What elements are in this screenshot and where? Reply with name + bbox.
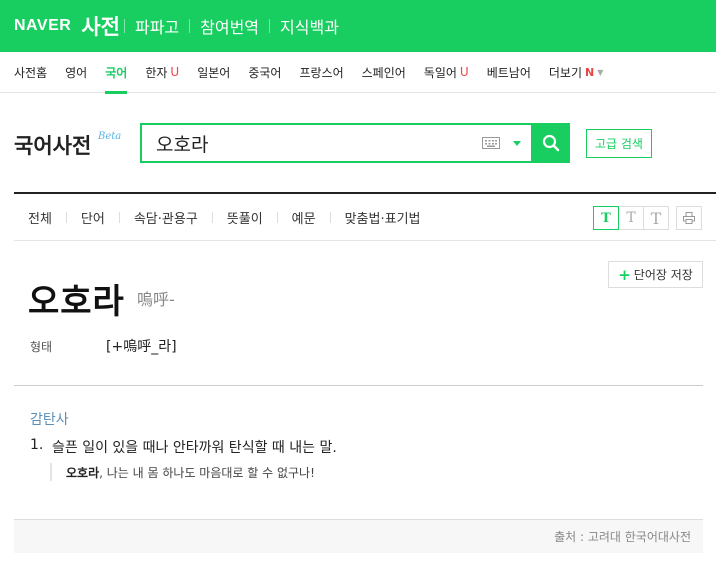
top-header: NAVER 사전 파파고 참여번역 지식백과 [0,0,716,52]
form-label: 형태 [30,340,53,354]
beta-label: Beta [98,131,122,142]
print-button[interactable] [676,206,702,230]
save-to-wordbook-button[interactable]: + 단어장 저장 [608,261,703,288]
advanced-search-button[interactable]: 고급 검색 [586,129,652,158]
filter-tab-meaning[interactable]: 뜻풀이 [227,208,263,227]
lang-tab-label: 한자 [145,65,168,80]
filter-tab-example[interactable]: 예문 [292,208,316,227]
language-nav: 사전홈 영어 국어 한자 U 일본어 중국어 프랑스어 스페인어 독일어 U 베트남… [0,52,716,94]
lang-tab-label: 사전홈 [14,65,48,80]
search-icon [542,134,559,152]
filter-tab-idiom[interactable]: 속담·관용구 [134,208,198,227]
example-sentence: 오호라, 나는 내 몸 하나도 마음대로 할 수 없구나! [50,463,315,481]
separator [65,211,67,223]
lang-tab-label: 일본어 [197,65,231,80]
filter-tab-spelling[interactable]: 맞춤법·표기법 [345,208,421,227]
lang-tab-japanese[interactable]: 일본어 [197,52,230,93]
chevron-down-icon: ▼ [597,67,604,77]
top-links: 파파고 참여번역 지식백과 [123,14,349,38]
separator [118,211,120,223]
search-input[interactable] [142,125,462,161]
example-headword: 오호라 [66,465,100,480]
font-size-medium-button[interactable]: T [618,206,644,230]
knowledge-encyclopedia-link[interactable]: 지식백과 [270,14,349,38]
separator [329,211,331,223]
lang-tab-label: 스페인어 [361,65,406,80]
new-badge: N [585,65,595,79]
search-box [140,123,531,163]
font-size-small-button[interactable]: T [593,206,619,230]
example-text: , 나는 내 몸 하나도 마음대로 할 수 없구나! [99,465,315,480]
source-text[interactable]: 출처 : 고려대 한국어대사전 [554,528,691,545]
divider [14,385,703,386]
papago-link[interactable]: 파파고 [125,14,189,38]
lang-tab-german[interactable]: 독일어 U [424,52,469,93]
filter-tab-all[interactable]: 전체 [28,208,52,227]
participation-translation-link[interactable]: 참여번역 [190,14,269,38]
update-badge: U [170,65,180,79]
lang-tab-label: 영어 [65,65,88,80]
lang-tab-hanja[interactable]: 한자 U [145,52,179,93]
caret-down-icon[interactable] [513,141,521,146]
hanja-origin: 嗚呼- [137,290,175,309]
lang-tab-label: 중국어 [248,65,282,80]
form-value: [+嗚呼_라] [106,339,177,355]
lang-tab-home[interactable]: 사전홈 [14,52,47,93]
lang-tab-label: 프랑스어 [299,65,344,80]
lang-tab-label: 더보기 [548,65,583,80]
lang-tab-label: 국어 [105,65,128,80]
font-size-controls: T T T [593,206,702,230]
dictionary-title[interactable]: 사전 [81,11,120,41]
separator [211,211,213,223]
lang-tab-vietnamese[interactable]: 베트남어 [487,52,531,93]
font-size-large-button[interactable]: T [643,206,669,230]
definition-text: 슬픈 일이 있을 때나 안타까워 탄식할 때 내는 말. [52,440,337,456]
filter-tab-word[interactable]: 단어 [81,208,105,227]
save-to-wordbook-label: 단어장 저장 [633,268,693,282]
definition-number: 1. [30,437,44,453]
lang-tab-label: 독일어 [423,65,457,80]
korean-dictionary-logo[interactable]: 국어사전 [14,130,91,160]
naver-logo[interactable]: NAVER [14,17,71,35]
plus-icon: + [618,265,631,284]
source-footer: 출처 : 고려대 한국어대사전 [14,519,703,553]
lang-tab-label: 베트남어 [486,65,531,80]
keyboard-icon[interactable] [482,137,500,149]
headword: 오호라 [28,282,125,322]
lang-tab-english[interactable]: 영어 [65,52,87,93]
search-button[interactable] [531,123,570,163]
lang-tab-french[interactable]: 프랑스어 [299,52,343,93]
lang-tab-more[interactable]: 더보기 N ▼ [549,52,604,93]
print-icon [683,212,695,224]
filter-tabs: 전체 단어 속담·관용구 뜻풀이 예문 맞춤법·표기법 T T T [14,194,716,241]
lang-tab-chinese[interactable]: 중국어 [248,52,281,93]
separator [276,211,278,223]
lang-tab-spanish[interactable]: 스페인어 [362,52,406,93]
lang-tab-korean[interactable]: 국어 [105,52,128,94]
update-badge: U [459,65,469,79]
part-of-speech: 감탄사 [30,412,69,428]
